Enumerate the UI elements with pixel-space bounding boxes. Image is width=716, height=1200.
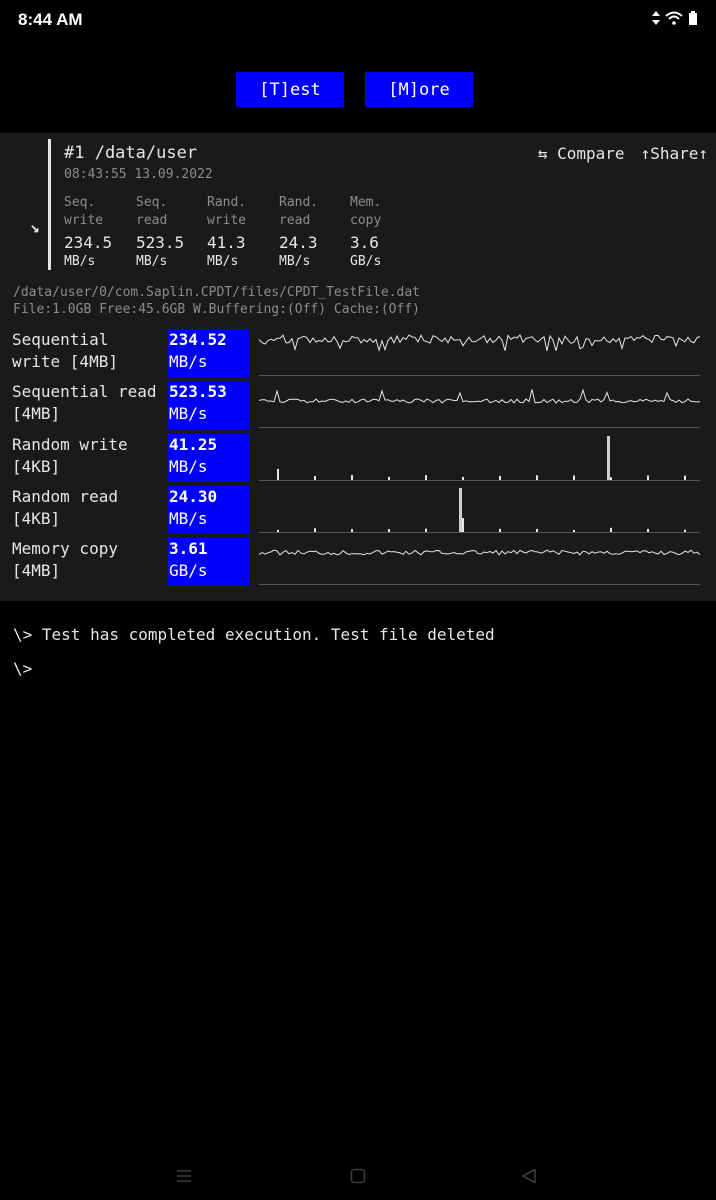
- metric-rand-read: Rand. read 24.3 MB/s: [279, 195, 319, 269]
- nav-bar: [0, 1158, 716, 1198]
- collapse-arrow-icon[interactable]: ↘: [30, 217, 40, 236]
- test-name: Random read [4KB]: [12, 487, 118, 528]
- test-button[interactable]: [T]est: [236, 72, 344, 107]
- file-path: /data/user/0/com.Saplin.CPDT/files/CPDT_…: [13, 285, 420, 300]
- metric-seq-write: Seq. write 234.5 MB/s: [64, 195, 113, 269]
- status-time: 8:44 AM: [18, 10, 83, 29]
- compare-button[interactable]: ⇆ Compare: [538, 144, 625, 163]
- speed-graph: [259, 334, 700, 376]
- console-prompt[interactable]: \>: [13, 652, 495, 686]
- test-result: 234.52 MB/s: [168, 329, 249, 377]
- test-row-rand-read: Random read [4KB] 24.30 MB/s: [0, 486, 716, 536]
- wifi-icon: [665, 11, 683, 25]
- console-line: \> Test has completed execution. Test fi…: [13, 625, 495, 644]
- test-result: 523.53 MB/s: [168, 381, 249, 429]
- result-timestamp: 08:43:55 13.09.2022: [64, 167, 213, 182]
- status-icons: [652, 11, 698, 25]
- metric-seq-read: Seq. read 523.5 MB/s: [136, 195, 185, 269]
- metric-rand-write: Rand. write 41.3 MB/s: [207, 195, 247, 269]
- speed-graph: [259, 488, 700, 533]
- result-actions: ⇆ Compare ↑Share↑: [538, 144, 708, 163]
- test-result: 41.25 MB/s: [168, 434, 249, 482]
- battery-icon: [689, 11, 697, 25]
- test-name: Random write [4KB]: [12, 435, 128, 476]
- metric-mem-copy: Mem. copy 3.6 GB/s: [350, 195, 382, 269]
- result-summary: #1 /data/user 08:43:55 13.09.2022 ⇆ Comp…: [48, 139, 708, 270]
- more-button[interactable]: [M]ore: [365, 72, 473, 107]
- home-icon[interactable]: [350, 1168, 366, 1184]
- file-details: File:1.0GB Free:45.6GB W.Buffering:(Off)…: [13, 302, 420, 317]
- speed-graph: [259, 388, 700, 428]
- console-output: \> Test has completed execution. Test fi…: [13, 618, 495, 686]
- test-row-mem-copy: Memory copy [4MB] 3.61 GB/s: [0, 538, 716, 588]
- share-button[interactable]: ↑Share↑: [641, 144, 708, 163]
- results-panel: ↘ #1 /data/user 08:43:55 13.09.2022 ⇆ Co…: [0, 133, 716, 601]
- speed-graph: [259, 549, 700, 585]
- test-name: Memory copy [4MB]: [12, 539, 118, 580]
- test-row-seq-write: Sequential write [4MB] 234.52 MB/s: [0, 329, 716, 379]
- test-name: Sequential read [4MB]: [12, 382, 157, 423]
- test-row-rand-write: Random write [4KB] 41.25 MB/s: [0, 434, 716, 484]
- status-bar: 8:44 AM: [0, 0, 716, 40]
- test-row-seq-read: Sequential read [4MB] 523.53 MB/s: [0, 381, 716, 431]
- speed-graph: [259, 436, 700, 481]
- test-result: 3.61 GB/s: [168, 538, 249, 586]
- file-info: /data/user/0/com.Saplin.CPDT/files/CPDT_…: [13, 284, 420, 318]
- result-title: #1 /data/user: [64, 143, 198, 163]
- data-arrows-icon: [652, 11, 660, 25]
- menu-icon[interactable]: [176, 1168, 192, 1184]
- test-name: Sequential write [4MB]: [12, 330, 118, 371]
- back-icon[interactable]: [521, 1168, 537, 1184]
- test-result: 24.30 MB/s: [168, 486, 249, 534]
